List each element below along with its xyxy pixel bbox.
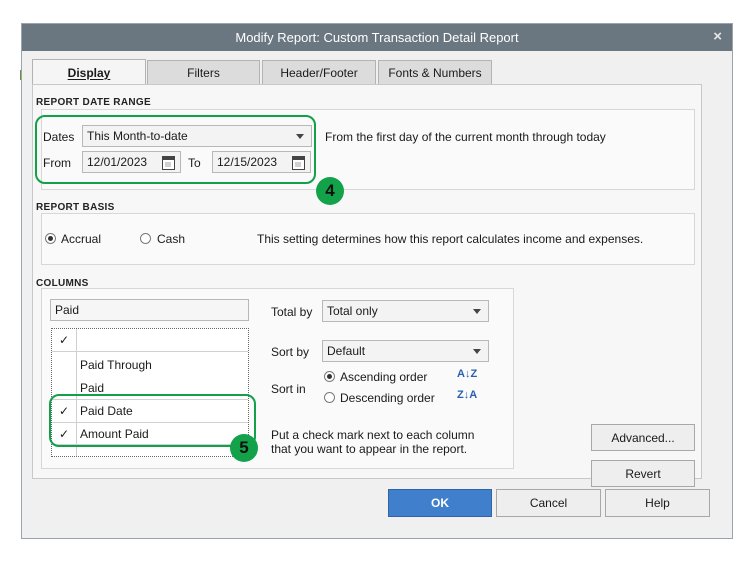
columns-list-header: ✓ (52, 329, 248, 352)
header-check-icon: ✓ (59, 333, 70, 347)
sort-in-label: Sort in (271, 382, 306, 396)
sort-ascending-icon: A↓Z (457, 368, 478, 380)
step5-highlight (49, 394, 256, 447)
revert-button-label: Revert (625, 466, 661, 481)
tab-header-footer[interactable]: Header/Footer (262, 60, 376, 84)
column-search-value: Paid (55, 303, 80, 317)
advanced-button-label: Advanced... (611, 430, 675, 445)
chevron-down-icon (473, 309, 481, 314)
advanced-button[interactable]: Advanced... (591, 424, 695, 451)
step4-badge: 4 (316, 177, 344, 205)
cancel-button-label: Cancel (529, 496, 568, 510)
step5-badge: 5 (230, 434, 258, 462)
tab-fonts-numbers-label: Fonts & Numbers (388, 65, 482, 80)
list-item-label: Paid (80, 380, 105, 395)
cancel-button[interactable]: Cancel (496, 489, 601, 517)
tab-header-footer-label: Header/Footer (280, 65, 358, 80)
tab-fonts-numbers[interactable]: Fonts & Numbers (378, 60, 492, 84)
date-range-section-label: REPORT DATE RANGE (36, 97, 151, 108)
ok-button[interactable]: OK (388, 489, 492, 517)
sort-by-label: Sort by (271, 345, 310, 359)
ascending-label[interactable]: Ascending order (340, 370, 427, 384)
revert-button[interactable]: Revert (591, 460, 695, 487)
cash-radio[interactable] (140, 233, 151, 244)
sort-by-value: Default (327, 344, 366, 358)
sort-by-dropdown[interactable]: Default (322, 340, 489, 362)
display-tab-panel: REPORT DATE RANGE Dates This Month-to-da… (32, 84, 702, 487)
chevron-down-icon (473, 349, 481, 354)
help-button-label: Help (645, 496, 670, 510)
total-by-value: Total only (327, 304, 378, 318)
columns-hint: Put a check mark next to each column tha… (271, 428, 475, 456)
descending-label[interactable]: Descending order (340, 391, 435, 405)
tab-filters-label: Filters (187, 65, 220, 80)
tab-display-label: Display (67, 65, 111, 80)
title-bar: Modify Report: Custom Transaction Detail… (22, 24, 732, 51)
list-item-label: Paid Through (80, 357, 152, 372)
basis-description: This setting determines how this report … (257, 232, 644, 246)
date-range-description: From the first day of the current month … (325, 130, 606, 144)
ascending-radio[interactable] (324, 371, 335, 382)
tab-filters[interactable]: Filters (147, 60, 260, 84)
close-icon[interactable]: × (713, 28, 722, 46)
accrual-radio[interactable] (45, 233, 56, 244)
descending-radio[interactable] (324, 392, 335, 403)
step4-highlight (35, 115, 316, 184)
cash-label[interactable]: Cash (157, 232, 185, 246)
modify-report-dialog: Modify Report: Custom Transaction Detail… (21, 23, 733, 539)
column-search-input[interactable]: Paid (50, 299, 249, 321)
sort-descending-icon: Z↓A (457, 389, 478, 401)
list-item[interactable]: Paid Through (52, 353, 248, 376)
accrual-label[interactable]: Accrual (61, 232, 101, 246)
ok-button-label: OK (431, 496, 449, 510)
tab-display[interactable]: Display (32, 59, 146, 85)
help-button[interactable]: Help (605, 489, 710, 517)
basis-section-label: REPORT BASIS (36, 202, 115, 213)
window-title: Modify Report: Custom Transaction Detail… (235, 30, 519, 45)
total-by-dropdown[interactable]: Total only (322, 300, 489, 322)
total-by-label: Total by (271, 305, 313, 319)
